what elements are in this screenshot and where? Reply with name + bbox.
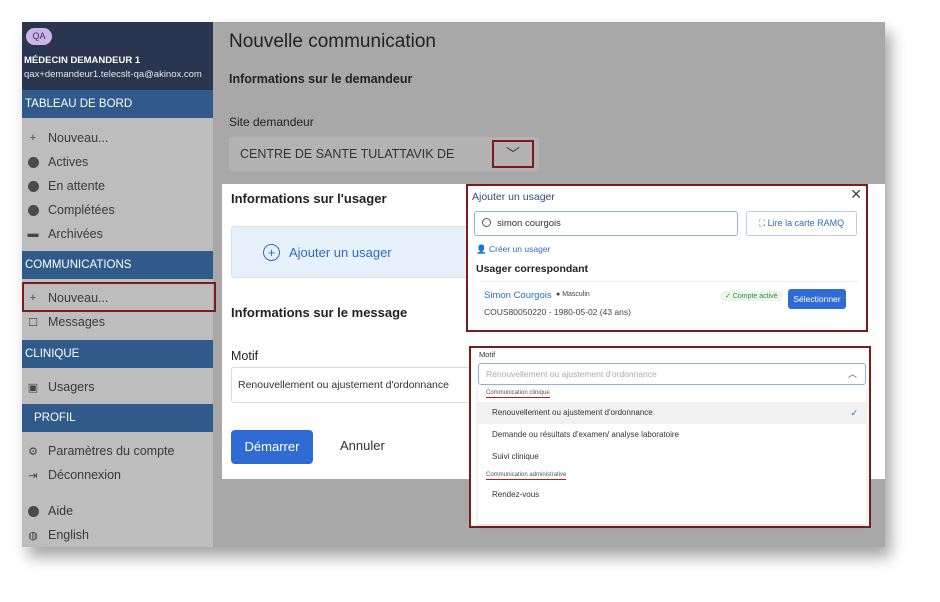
page-title: Nouvelle communication <box>229 31 436 52</box>
cancel-button[interactable]: Annuler <box>340 438 385 453</box>
section-profil[interactable]: PROFIL <box>22 404 213 432</box>
sidebar-item-language[interactable]: ◍ English <box>26 525 89 545</box>
popup-title: Ajouter un usager <box>472 191 555 203</box>
section-communications[interactable]: COMMUNICATIONS <box>22 251 213 279</box>
help-icon <box>26 504 40 518</box>
group-label: Communication administrative <box>486 472 567 480</box>
user-role: MÉDECIN DEMANDEUR 1 <box>24 55 141 66</box>
id-card-icon: ▣ <box>27 381 39 394</box>
status-badge: ✓ Compte activé <box>720 291 783 301</box>
add-usager-label: Ajouter un usager <box>289 244 392 260</box>
start-button[interactable]: Démarrer <box>231 430 313 464</box>
sidebar-item-logout[interactable]: ⇥ Déconnexion <box>26 465 121 485</box>
highlight-box <box>22 282 216 312</box>
result-details: COUS80050220 - 1980-05-02 (43 ans) <box>484 307 631 317</box>
motif-dropdown-popup: Motif Renouvellement ou ajustement d'ord… <box>469 346 871 528</box>
usager-section-title: Informations sur l'usager <box>231 191 387 206</box>
option-item[interactable]: Renouvellement ou ajustement d'ordonnanc… <box>478 402 866 424</box>
motif-options-list: Communication clinique Renouvellement ou… <box>478 386 866 524</box>
motif-dropdown-label: Motif <box>479 350 496 359</box>
folder-icon: ▬ <box>27 228 39 240</box>
sidebar-item-completed[interactable]: Complétées <box>26 200 115 220</box>
chevron-up-icon: ︿ <box>847 369 857 379</box>
list-item: Simon Courgois ● Masculin COUS80050220 -… <box>480 281 858 326</box>
close-icon[interactable]: ✕ <box>850 186 862 203</box>
gear-icon: ⚙ <box>28 445 38 458</box>
plus-circle-icon: + <box>263 243 280 261</box>
usager-search-input[interactable]: simon courgois <box>474 211 738 236</box>
option-item[interactable]: Rendez-vous <box>478 484 866 506</box>
motif-select[interactable]: Renouvellement ou ajustement d'ordonnanc… <box>478 363 866 385</box>
add-usager-popup: Ajouter un usager ✕ simon courgois ⛶ Lir… <box>466 184 868 332</box>
sidebar-item-new[interactable]: + Nouveau... <box>26 128 109 148</box>
plus-icon: + <box>29 132 37 144</box>
sidebar-item-pending[interactable]: En attente <box>26 176 105 196</box>
section-dashboard[interactable]: TABLEAU DE BORD <box>22 90 213 118</box>
check-icon: ✓ <box>850 408 858 418</box>
check-circle-icon <box>26 203 40 217</box>
clock-icon <box>26 179 40 193</box>
requester-section-title: Informations sur le demandeur <box>229 72 413 86</box>
alert-icon <box>26 155 40 169</box>
group-label: Communication clinique <box>486 390 550 398</box>
sidebar-item-help[interactable]: Aide <box>26 501 73 521</box>
sidebar-item-actives[interactable]: Actives <box>26 152 88 172</box>
result-sex: ● Masculin <box>556 291 590 298</box>
chevron-down-icon[interactable]: ﹀ <box>492 140 534 168</box>
option-item[interactable]: Demande ou résultats d'examen/ analyse l… <box>478 424 866 446</box>
avatar[interactable]: QA <box>26 28 52 45</box>
globe-icon: ◍ <box>28 529 38 542</box>
section-clinique[interactable]: CLINIQUE <box>22 340 213 368</box>
option-item[interactable]: Suivi clinique <box>478 446 866 468</box>
sidebar: QA MÉDECIN DEMANDEUR 1 qax+demandeur1.te… <box>22 22 216 547</box>
match-title: Usager correspondant <box>476 263 589 275</box>
user-box: QA MÉDECIN DEMANDEUR 1 qax+demandeur1.te… <box>22 22 213 90</box>
logout-icon: ⇥ <box>28 469 38 482</box>
select-button[interactable]: Sélectionner <box>788 289 846 309</box>
add-usager-button[interactable]: + Ajouter un usager <box>231 226 476 278</box>
result-name[interactable]: Simon Courgois <box>484 290 552 301</box>
sidebar-item-archived[interactable]: ▬ Archivées <box>26 224 103 244</box>
sidebar-item-messages[interactable]: ☐ Messages <box>26 312 105 332</box>
message-section-title: Informations sur le message <box>231 305 408 320</box>
site-label: Site demandeur <box>229 115 314 129</box>
chat-icon: ☐ <box>28 316 38 329</box>
sidebar-item-settings[interactable]: ⚙ Paramètres du compte <box>26 441 174 461</box>
motif-label: Motif <box>231 349 259 363</box>
read-ramq-button[interactable]: ⛶ Lire la carte RAMQ <box>746 211 857 236</box>
user-email: qax+demandeur1.telecslt-qa@akinox.com <box>24 69 202 80</box>
search-icon <box>482 218 491 227</box>
create-usager-link[interactable]: 👤 Créer un usager <box>476 244 550 255</box>
sidebar-item-usagers[interactable]: ▣ Usagers <box>26 377 95 397</box>
motif-field[interactable]: Renouvellement ou ajustement d'ordonnanc… <box>231 367 481 403</box>
